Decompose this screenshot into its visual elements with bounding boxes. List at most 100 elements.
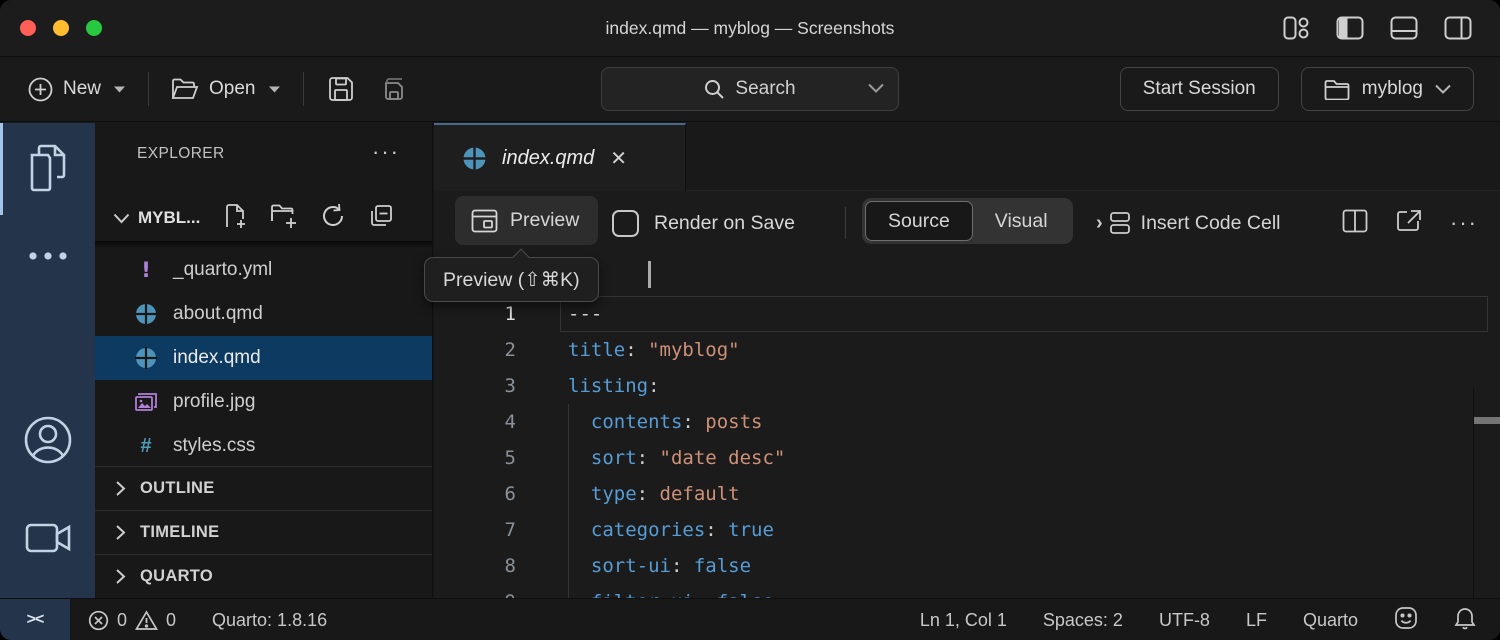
- file-name: about.qmd: [173, 303, 263, 325]
- preview-button-label: Preview: [510, 209, 579, 232]
- scrollbar-thumb[interactable]: [1474, 417, 1500, 424]
- explorer-view-button[interactable]: [0, 143, 95, 193]
- error-count: 0: [117, 610, 127, 631]
- new-file-button[interactable]: [224, 203, 248, 234]
- notifications-button[interactable]: [1454, 606, 1476, 635]
- chevron-right-icon: [115, 568, 126, 585]
- external-link-icon: [1396, 209, 1422, 233]
- search-input[interactable]: Search: [601, 67, 899, 111]
- account-button[interactable]: [0, 415, 95, 465]
- open-button[interactable]: Open: [161, 66, 290, 112]
- code-line-2[interactable]: 2title: "myblog": [434, 332, 1500, 368]
- insert-code-cell-button[interactable]: › Insert Code Cell: [1096, 191, 1281, 255]
- file-name: _quarto.yml: [173, 259, 272, 281]
- indentation-status[interactable]: Spaces: 2: [1043, 610, 1123, 631]
- layout-sidebar-left-icon[interactable]: [1336, 16, 1364, 40]
- save-button[interactable]: [316, 66, 366, 112]
- code-line-5[interactable]: 5 sort: "date desc": [434, 440, 1500, 476]
- quarto-icon: [133, 303, 159, 325]
- bell-icon: [1454, 606, 1476, 630]
- sidebar-section-outline[interactable]: OUTLINE: [95, 466, 432, 510]
- feedback-button[interactable]: [1394, 606, 1418, 635]
- editor-toolbar: Preview Render on Save Source Visual › I…: [434, 191, 1500, 255]
- line-number: 3: [434, 368, 516, 404]
- file-row-index.qmd[interactable]: index.qmd: [95, 336, 432, 380]
- source-visual-toggle: Source Visual: [862, 198, 1073, 244]
- file-row-profile.jpg[interactable]: profile.jpg: [95, 380, 432, 424]
- line-text: sort-ui: false: [568, 548, 751, 584]
- refresh-explorer-button[interactable]: [320, 203, 346, 234]
- line-number: 5: [434, 440, 516, 476]
- layout-sidebar-right-icon[interactable]: [1444, 16, 1472, 40]
- start-session-button[interactable]: Start Session: [1120, 67, 1279, 111]
- file-row-_quarto.yml[interactable]: !_quarto.yml: [95, 248, 432, 292]
- code-line-9[interactable]: 9 filter-ui: false: [434, 584, 1500, 598]
- activity-bar: [0, 123, 95, 598]
- line-text: type: default: [568, 476, 740, 512]
- screencast-button[interactable]: [0, 521, 95, 555]
- code-cells-icon: [1109, 210, 1131, 236]
- chevron-right-glyph: ›: [1096, 212, 1103, 235]
- code-line-6[interactable]: 6 type: default: [434, 476, 1500, 512]
- sidebar-section-quarto[interactable]: QUARTO: [95, 554, 432, 598]
- new-plus-icon: [28, 77, 53, 102]
- close-tab-icon[interactable]: ✕: [610, 146, 627, 171]
- line-text: sort: "date desc": [568, 440, 785, 476]
- split-editor-icon: [1342, 209, 1368, 233]
- line-text: title: "myblog": [568, 332, 740, 368]
- source-mode-button[interactable]: Source: [865, 201, 973, 241]
- line-text: listing:: [568, 368, 660, 404]
- code-line-8[interactable]: 8 sort-ui: false: [434, 548, 1500, 584]
- quarto-version-status[interactable]: Quarto: 1.8.16: [212, 610, 327, 631]
- remote-indicator[interactable]: ><: [0, 599, 70, 640]
- more-views-button[interactable]: [0, 251, 95, 261]
- sidebar-section-timeline[interactable]: TIMELINE: [95, 510, 432, 554]
- error-icon: [88, 610, 109, 631]
- render-on-save-checkbox[interactable]: [612, 210, 639, 237]
- code-line-3[interactable]: 3 listing:: [434, 368, 1500, 404]
- open-button-label: Open: [209, 78, 255, 100]
- explorer-more-actions-button[interactable]: ···: [372, 139, 400, 165]
- workspace-switcher-button[interactable]: myblog: [1301, 67, 1474, 111]
- problems-status[interactable]: 0 0: [88, 610, 176, 631]
- editor-group: index.qmd ✕ Preview Render on Save S: [434, 123, 1500, 598]
- code-line-7[interactable]: 7 categories: true: [434, 512, 1500, 548]
- more-actions-button[interactable]: ···: [1450, 210, 1478, 236]
- code-line-1[interactable]: 1---: [434, 296, 1500, 332]
- sidebar-sections: OUTLINETIMELINEQUARTO: [95, 466, 432, 598]
- new-folder-button[interactable]: [270, 203, 298, 234]
- save-icon: [328, 76, 354, 102]
- file-row-styles.css[interactable]: #styles.css: [95, 424, 432, 468]
- quarto-file-icon: [462, 146, 487, 171]
- divider: [303, 72, 304, 106]
- language-mode-status[interactable]: Quarto: [1303, 610, 1358, 631]
- project-root-label[interactable]: MYBL...: [138, 208, 200, 228]
- new-button[interactable]: New: [18, 66, 136, 112]
- line-number: 6: [434, 476, 516, 512]
- visual-mode-button[interactable]: Visual: [973, 201, 1070, 241]
- save-all-button[interactable]: [366, 66, 420, 112]
- code-line-4[interactable]: 4 contents: posts: [434, 404, 1500, 440]
- preview-button[interactable]: Preview: [455, 196, 598, 245]
- open-preview-external-button[interactable]: [1396, 209, 1422, 238]
- chevron-down-icon: [1435, 84, 1451, 94]
- cursor-position-status[interactable]: Ln 1, Col 1: [920, 610, 1007, 631]
- feedback-smiley-icon: [1394, 606, 1418, 630]
- line-number: 9: [434, 584, 516, 598]
- encoding-status[interactable]: UTF-8: [1159, 610, 1210, 631]
- chevron-right-icon: [115, 524, 126, 541]
- eol-status[interactable]: LF: [1246, 610, 1267, 631]
- warning-icon: [135, 610, 158, 631]
- line-number: 7: [434, 512, 516, 548]
- text-cursor: [648, 261, 651, 288]
- line-number: 8: [434, 548, 516, 584]
- split-editor-button[interactable]: [1342, 209, 1368, 238]
- file-row-about.qmd[interactable]: about.qmd: [95, 292, 432, 336]
- tab-index-qmd[interactable]: index.qmd ✕: [434, 123, 686, 191]
- layout-panel-icon[interactable]: [1390, 16, 1418, 40]
- file-name: styles.css: [173, 435, 255, 457]
- collapse-folders-button[interactable]: [368, 203, 394, 234]
- code-editor[interactable]: 1---2title: "myblog"3 listing:4 contents:…: [434, 255, 1500, 598]
- customize-layout-icon[interactable]: [1283, 16, 1310, 40]
- line-text: categories: true: [568, 512, 774, 548]
